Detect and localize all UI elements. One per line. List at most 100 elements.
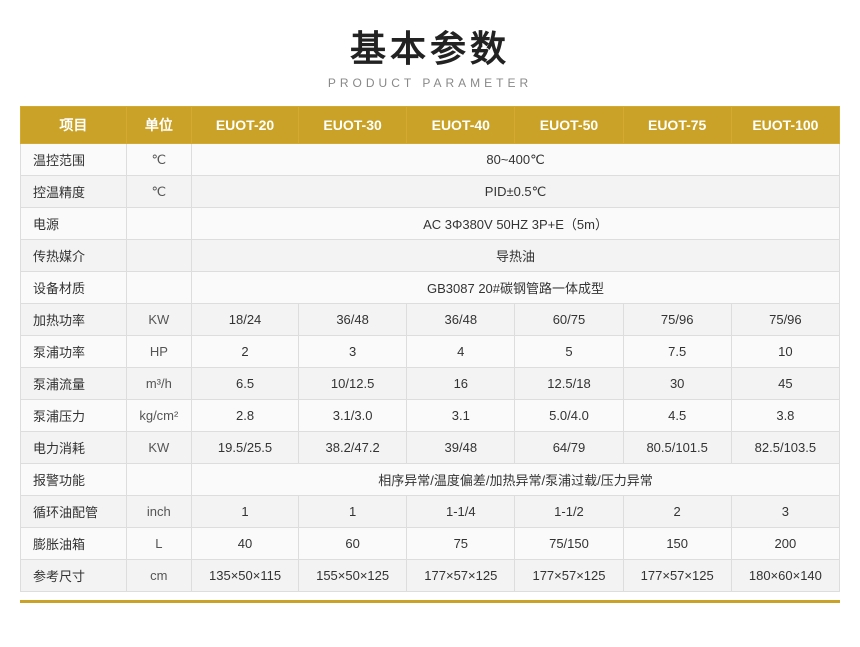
row-cell-9-3: 64/79 [515,432,623,464]
row-cell-8-1: 3.1/3.0 [299,400,407,432]
column-header-5: EUOT-50 [515,107,623,144]
row-cell-11-4: 2 [623,496,731,528]
row-cell-5-4: 75/96 [623,304,731,336]
row-cell-9-1: 38.2/47.2 [299,432,407,464]
row-cell-9-0: 19.5/25.5 [192,432,299,464]
row-cell-6-1: 3 [299,336,407,368]
row-unit-1: ℃ [126,176,191,208]
row-cell-12-2: 75 [407,528,515,560]
row-cell-7-4: 30 [623,368,731,400]
row-unit-8: kg/cm² [126,400,191,432]
table-row: 控温精度℃PID±0.5℃ [21,176,840,208]
row-cell-12-1: 60 [299,528,407,560]
row-cell-7-1: 10/12.5 [299,368,407,400]
row-label-7: 泵浦流量 [21,368,127,400]
row-label-10: 报警功能 [21,464,127,496]
row-cell-12-4: 150 [623,528,731,560]
row-cell-6-3: 5 [515,336,623,368]
row-cell-6-5: 10 [731,336,839,368]
row-label-1: 控温精度 [21,176,127,208]
row-cell-13-3: 177×57×125 [515,560,623,592]
row-value-1: PID±0.5℃ [192,176,840,208]
row-cell-5-5: 75/96 [731,304,839,336]
table-row: 电力消耗KW19.5/25.538.2/47.239/4864/7980.5/1… [21,432,840,464]
row-unit-2 [126,208,191,240]
row-cell-13-0: 135×50×115 [192,560,299,592]
table-row: 泵浦功率HP23457.510 [21,336,840,368]
row-unit-13: cm [126,560,191,592]
row-label-5: 加热功率 [21,304,127,336]
table-row: 温控范围℃80~400℃ [21,144,840,176]
row-label-3: 传热媒介 [21,240,127,272]
row-cell-7-3: 12.5/18 [515,368,623,400]
column-header-7: EUOT-100 [731,107,839,144]
row-cell-6-2: 4 [407,336,515,368]
row-label-4: 设备材质 [21,272,127,304]
row-cell-9-4: 80.5/101.5 [623,432,731,464]
row-cell-7-0: 6.5 [192,368,299,400]
table-row: 泵浦流量m³/h6.510/12.51612.5/183045 [21,368,840,400]
row-label-9: 电力消耗 [21,432,127,464]
row-label-12: 膨胀油箱 [21,528,127,560]
table-row: 设备材质GB3087 20#碳钢管路一体成型 [21,272,840,304]
row-cell-11-3: 1-1/2 [515,496,623,528]
column-header-6: EUOT-75 [623,107,731,144]
row-cell-6-4: 7.5 [623,336,731,368]
row-cell-5-2: 36/48 [407,304,515,336]
table-row: 电源 AC 3Φ380V 50HZ 3P+E（5m） [21,208,840,240]
row-cell-12-3: 75/150 [515,528,623,560]
table-row: 循环油配管inch111-1/41-1/223 [21,496,840,528]
row-cell-8-0: 2.8 [192,400,299,432]
row-cell-11-2: 1-1/4 [407,496,515,528]
row-unit-12: L [126,528,191,560]
row-cell-13-4: 177×57×125 [623,560,731,592]
row-cell-11-1: 1 [299,496,407,528]
table-row: 加热功率KW18/2436/4836/4860/7575/9675/96 [21,304,840,336]
table-row: 膨胀油箱L40607575/150150200 [21,528,840,560]
row-cell-8-3: 5.0/4.0 [515,400,623,432]
parameter-table: 项目单位EUOT-20EUOT-30EUOT-40EUOT-50EUOT-75E… [20,106,840,592]
table-row: 泵浦压力kg/cm²2.83.1/3.03.15.0/4.04.53.8 [21,400,840,432]
row-unit-11: inch [126,496,191,528]
row-unit-0: ℃ [126,144,191,176]
row-cell-8-4: 4.5 [623,400,731,432]
table-row: 报警功能 相序异常/温度偏差/加热异常/泵浦过载/压力异常 [21,464,840,496]
table-row: 参考尺寸cm135×50×115155×50×125 177×57×125177×… [21,560,840,592]
row-value-10: 相序异常/温度偏差/加热异常/泵浦过载/压力异常 [192,464,840,496]
row-cell-11-0: 1 [192,496,299,528]
row-cell-6-0: 2 [192,336,299,368]
row-cell-7-2: 16 [407,368,515,400]
row-cell-5-1: 36/48 [299,304,407,336]
row-cell-5-3: 60/75 [515,304,623,336]
row-cell-11-5: 3 [731,496,839,528]
row-cell-13-1: 155×50×125 [299,560,407,592]
row-cell-9-2: 39/48 [407,432,515,464]
row-cell-13-5: 180×60×140 [731,560,839,592]
column-header-2: EUOT-20 [192,107,299,144]
table-row: 传热媒介 导热油 [21,240,840,272]
row-label-8: 泵浦压力 [21,400,127,432]
row-label-2: 电源 [21,208,127,240]
row-cell-7-5: 45 [731,368,839,400]
row-label-0: 温控范围 [21,144,127,176]
row-unit-4 [126,272,191,304]
column-header-3: EUOT-30 [299,107,407,144]
row-value-2: AC 3Φ380V 50HZ 3P+E（5m） [192,208,840,240]
row-value-3: 导热油 [192,240,840,272]
row-unit-5: KW [126,304,191,336]
row-cell-8-2: 3.1 [407,400,515,432]
page-title-en: PRODUCT PARAMETER [328,76,532,90]
row-label-13: 参考尺寸 [21,560,127,592]
page-title-cn: 基本参数 [350,20,510,72]
bottom-divider [20,600,840,603]
row-cell-12-0: 40 [192,528,299,560]
row-unit-9: KW [126,432,191,464]
row-unit-6: HP [126,336,191,368]
row-cell-5-0: 18/24 [192,304,299,336]
row-label-11: 循环油配管 [21,496,127,528]
column-header-1: 单位 [126,107,191,144]
row-unit-10 [126,464,191,496]
row-label-6: 泵浦功率 [21,336,127,368]
column-header-0: 项目 [21,107,127,144]
row-cell-9-5: 82.5/103.5 [731,432,839,464]
